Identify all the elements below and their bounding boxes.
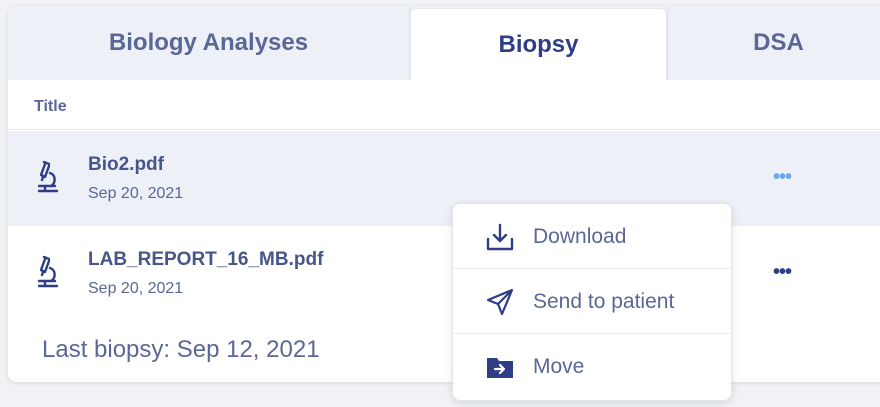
folder-move-icon [487, 358, 513, 378]
microscope-icon [37, 255, 59, 288]
more-options-button[interactable]: ••• [773, 262, 792, 282]
last-biopsy-summary: Last biopsy: Sep 12, 2021 [42, 336, 320, 363]
menu-item-download[interactable]: Download [453, 204, 731, 269]
table-header: Title [8, 80, 880, 130]
tab-biopsy[interactable]: Biopsy [410, 8, 667, 80]
menu-item-label: Send to patient [533, 290, 675, 313]
menu-item-label: Download [533, 225, 627, 248]
file-date: Sep 20, 2021 [88, 185, 184, 202]
tab-dsa[interactable]: DSA [667, 6, 880, 80]
menu-item-label: Move [533, 355, 585, 378]
column-title-header: Title [34, 98, 67, 115]
file-date: Sep 20, 2021 [88, 280, 184, 297]
documents-card: Biology Analyses Biopsy DSA Title Bio2.p… [8, 6, 880, 382]
send-icon [486, 288, 514, 316]
context-menu: Download Send to patient Move [452, 203, 732, 401]
table-row[interactable]: Bio2.pdf Sep 20, 2021 ••• [8, 131, 880, 226]
more-options-button[interactable]: ••• [773, 167, 792, 187]
microscope-icon [37, 160, 59, 193]
file-name[interactable]: Bio2.pdf [88, 154, 164, 176]
file-name[interactable]: LAB_REPORT_16_MB.pdf [88, 249, 323, 271]
download-icon [486, 223, 514, 251]
table-row[interactable]: LAB_REPORT_16_MB.pdf Sep 20, 2021 ••• [8, 226, 880, 321]
menu-item-send-to-patient[interactable]: Send to patient [453, 269, 731, 334]
tab-bar: Biology Analyses Biopsy DSA [8, 6, 880, 80]
menu-item-move[interactable]: Move [453, 334, 731, 399]
tab-biology-analyses[interactable]: Biology Analyses [8, 6, 410, 80]
